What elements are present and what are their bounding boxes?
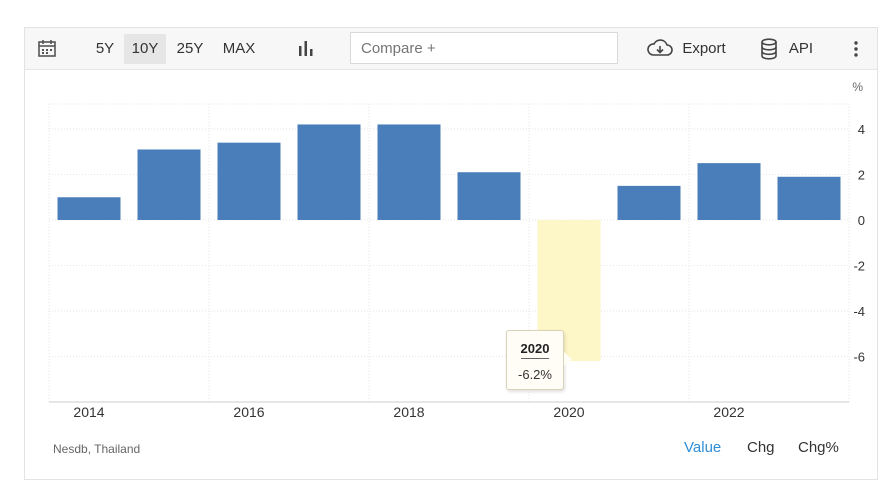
mode-chg-button[interactable]: Chg [747,439,775,456]
more-vertical-icon[interactable] [853,41,859,62]
compare-input[interactable] [350,32,618,64]
mode-chg-pct-button[interactable]: Chg% [798,439,839,456]
mode-value-button[interactable]: Value [684,439,721,456]
source-label: Nesdb, Thailand [53,442,141,456]
range-25y-button[interactable]: 25Y [169,34,211,64]
bar-chart-icon[interactable] [297,39,315,62]
cloud-download-icon[interactable] [647,39,673,64]
range-5y-button[interactable]: 5Y [89,34,121,64]
api-button[interactable]: API [783,34,819,64]
chart-tooltip: 2020 -6.2% [506,330,564,390]
export-button[interactable]: Export [677,34,731,64]
calendar-icon[interactable] [37,38,57,63]
toolbar: 5Y 10Y 25Y MAX Export [25,28,877,70]
tooltip-arrow [564,352,572,366]
range-10y-button[interactable]: 10Y [124,34,166,64]
tooltip-title: 2020 [520,341,550,359]
chart-widget: 5Y 10Y 25Y MAX Export [24,27,878,480]
tooltip-value: -6.2% [518,367,552,382]
range-max-button[interactable]: MAX [215,34,263,64]
database-icon[interactable] [760,38,778,65]
